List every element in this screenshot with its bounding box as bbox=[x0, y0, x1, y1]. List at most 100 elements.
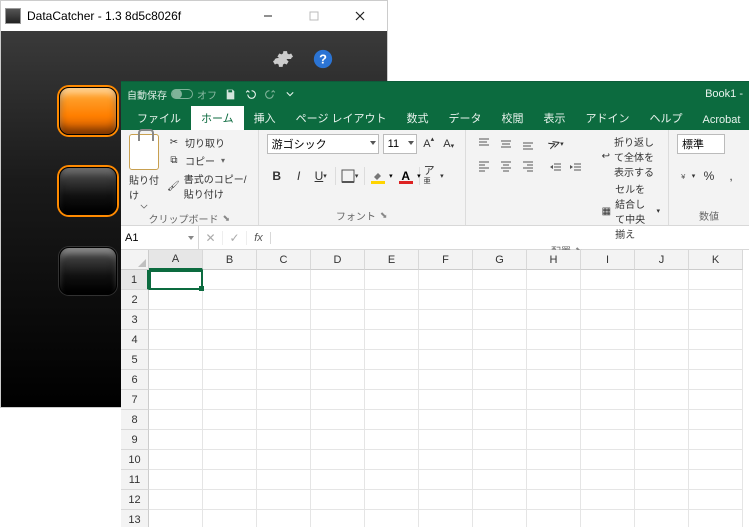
cell[interactable] bbox=[365, 350, 419, 370]
cell[interactable] bbox=[203, 330, 257, 350]
row-header[interactable]: 10 bbox=[121, 450, 149, 470]
column-header[interactable]: C bbox=[257, 250, 311, 270]
cell[interactable] bbox=[419, 490, 473, 510]
cell[interactable] bbox=[149, 270, 203, 290]
cell[interactable] bbox=[257, 330, 311, 350]
cell[interactable] bbox=[419, 430, 473, 450]
cell[interactable] bbox=[689, 510, 743, 527]
cell[interactable] bbox=[527, 490, 581, 510]
row-header[interactable]: 1 bbox=[121, 270, 149, 290]
cell[interactable] bbox=[635, 510, 689, 527]
italic-button[interactable]: I bbox=[289, 166, 309, 186]
maximize-button[interactable] bbox=[291, 2, 337, 30]
save-icon[interactable] bbox=[223, 87, 237, 101]
cell[interactable] bbox=[689, 470, 743, 490]
align-middle-button[interactable] bbox=[496, 134, 516, 154]
row-header[interactable]: 5 bbox=[121, 350, 149, 370]
cell[interactable] bbox=[419, 470, 473, 490]
font-color-button[interactable]: A▾ bbox=[397, 167, 415, 185]
close-button[interactable] bbox=[337, 2, 383, 30]
cell[interactable] bbox=[257, 370, 311, 390]
column-header[interactable]: B bbox=[203, 250, 257, 270]
cell[interactable] bbox=[203, 490, 257, 510]
cell[interactable] bbox=[311, 370, 365, 390]
phonetic-guide-button[interactable]: ア亜▾ bbox=[424, 166, 444, 186]
cell[interactable] bbox=[473, 430, 527, 450]
cell[interactable] bbox=[581, 370, 635, 390]
cell[interactable] bbox=[689, 490, 743, 510]
row-header[interactable]: 4 bbox=[121, 330, 149, 350]
copy-button[interactable]: ⧉コピー▾ bbox=[167, 152, 250, 169]
cell[interactable] bbox=[257, 270, 311, 290]
cell[interactable] bbox=[527, 470, 581, 490]
cell[interactable] bbox=[527, 430, 581, 450]
cell[interactable] bbox=[527, 310, 581, 330]
wrap-text-button[interactable]: ↩折り返して全体を表示する bbox=[602, 134, 660, 179]
cell[interactable] bbox=[311, 490, 365, 510]
cell[interactable] bbox=[365, 430, 419, 450]
pad-button-1[interactable] bbox=[59, 87, 117, 135]
cell[interactable] bbox=[689, 270, 743, 290]
cell[interactable] bbox=[527, 350, 581, 370]
cell[interactable] bbox=[419, 450, 473, 470]
tab-help[interactable]: ヘルプ bbox=[640, 106, 693, 130]
cell[interactable] bbox=[419, 410, 473, 430]
cell[interactable] bbox=[581, 410, 635, 430]
cell[interactable] bbox=[149, 330, 203, 350]
tab-data[interactable]: データ bbox=[439, 106, 492, 130]
cell[interactable] bbox=[149, 290, 203, 310]
cell[interactable] bbox=[527, 290, 581, 310]
formula-input[interactable] bbox=[271, 226, 749, 249]
cell[interactable] bbox=[581, 330, 635, 350]
cell[interactable] bbox=[689, 290, 743, 310]
cell[interactable] bbox=[311, 330, 365, 350]
cell[interactable] bbox=[419, 290, 473, 310]
cell[interactable] bbox=[203, 370, 257, 390]
cells-area[interactable] bbox=[149, 270, 743, 527]
tab-addins[interactable]: アドイン bbox=[576, 106, 640, 130]
tab-home[interactable]: ホーム bbox=[191, 106, 244, 130]
cell[interactable] bbox=[473, 290, 527, 310]
cell[interactable] bbox=[689, 410, 743, 430]
cell[interactable] bbox=[311, 390, 365, 410]
cell[interactable] bbox=[635, 270, 689, 290]
cell[interactable] bbox=[581, 350, 635, 370]
datacatcher-titlebar[interactable]: DataCatcher - 1.3 8d5c8026f bbox=[1, 1, 387, 31]
align-right-button[interactable] bbox=[518, 156, 538, 176]
tab-acrobat[interactable]: Acrobat bbox=[693, 110, 749, 130]
orientation-button[interactable]: ≫▾ bbox=[546, 134, 566, 154]
cell[interactable] bbox=[581, 310, 635, 330]
cell[interactable] bbox=[149, 430, 203, 450]
tab-view[interactable]: 表示 bbox=[534, 106, 576, 130]
name-box[interactable]: A1 bbox=[121, 226, 199, 249]
row-header[interactable]: 7 bbox=[121, 390, 149, 410]
cell[interactable] bbox=[365, 470, 419, 490]
cell[interactable] bbox=[365, 510, 419, 527]
cell[interactable] bbox=[581, 390, 635, 410]
row-header[interactable]: 6 bbox=[121, 370, 149, 390]
cell[interactable] bbox=[419, 270, 473, 290]
cell[interactable] bbox=[581, 450, 635, 470]
cell[interactable] bbox=[149, 310, 203, 330]
cell[interactable] bbox=[311, 410, 365, 430]
row-header[interactable]: 3 bbox=[121, 310, 149, 330]
cell[interactable] bbox=[581, 470, 635, 490]
minimize-button[interactable] bbox=[245, 2, 291, 30]
cell[interactable] bbox=[311, 270, 365, 290]
select-all-corner[interactable] bbox=[121, 250, 149, 270]
cell[interactable] bbox=[527, 270, 581, 290]
decrease-indent-button[interactable] bbox=[546, 158, 566, 178]
cell[interactable] bbox=[149, 510, 203, 527]
cell[interactable] bbox=[257, 290, 311, 310]
cell[interactable] bbox=[635, 350, 689, 370]
cell[interactable] bbox=[581, 490, 635, 510]
cell[interactable] bbox=[473, 270, 527, 290]
cell[interactable] bbox=[473, 410, 527, 430]
cell[interactable] bbox=[365, 330, 419, 350]
cell[interactable] bbox=[473, 370, 527, 390]
tab-insert[interactable]: 挿入 bbox=[244, 106, 286, 130]
cell[interactable] bbox=[635, 390, 689, 410]
cell[interactable] bbox=[203, 390, 257, 410]
cell[interactable] bbox=[419, 350, 473, 370]
bold-button[interactable]: B bbox=[267, 166, 287, 186]
